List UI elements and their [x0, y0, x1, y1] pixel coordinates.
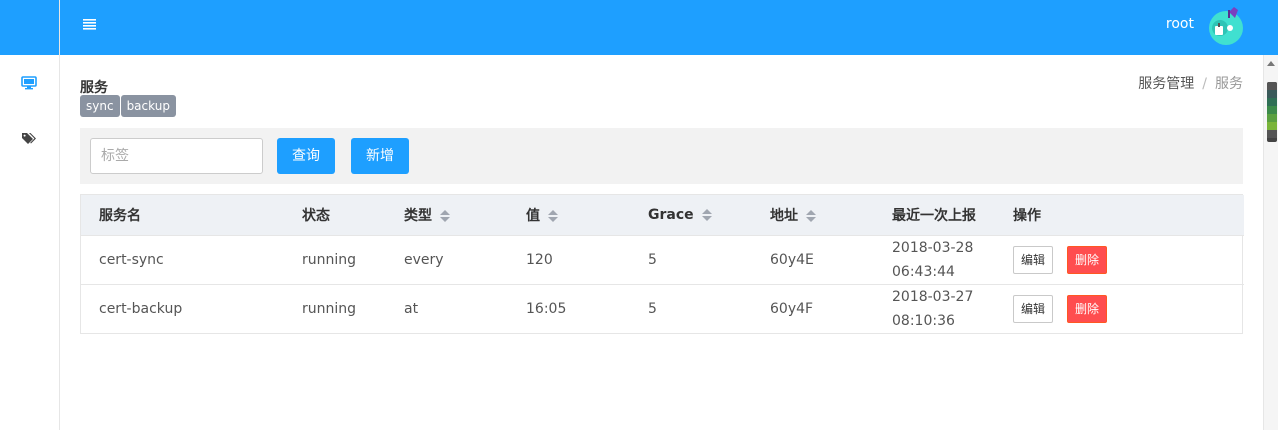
cell-name: cert-sync — [99, 251, 164, 268]
column-header-address[interactable]: 地址 — [752, 195, 874, 235]
cell-address: 60y4E — [770, 251, 814, 268]
cell-last-report: 2018-03-27 08:10:36 — [874, 284, 995, 333]
column-label: 状态 — [302, 207, 330, 224]
avatar[interactable] — [1204, 6, 1244, 46]
add-button[interactable]: 新增 — [351, 138, 409, 174]
sidebar-brand — [0, 0, 59, 55]
cell-actions: 编辑 删除 — [995, 284, 1244, 333]
user-name[interactable]: root — [1166, 16, 1194, 32]
cell-grace: 5 — [648, 251, 657, 268]
scroll-up-arrow-icon[interactable] — [1267, 61, 1275, 66]
sort-icon[interactable] — [701, 208, 712, 221]
tag-search-input[interactable] — [90, 138, 263, 174]
cell-name: cert-backup — [99, 300, 183, 317]
column-header-actions: 操作 — [995, 195, 1244, 235]
cell-type: at — [404, 300, 419, 317]
top-bar: root — [60, 0, 1278, 55]
cell-last-report: 2018-03-28 06:43:44 — [874, 235, 995, 284]
cell-address: 60y4F — [770, 300, 814, 317]
main-content: 服务 sync backup 服务管理 / 服务 查询 新增 服务名 状态 类型 值… — [60, 55, 1263, 430]
tag-backup[interactable]: backup — [120, 95, 176, 117]
breadcrumb-separator: / — [1202, 76, 1207, 92]
cell-status: running — [302, 300, 357, 317]
cell-grace: 5 — [648, 300, 657, 317]
report-time: 06:43:44 — [892, 263, 955, 280]
cell-actions: 编辑 删除 — [995, 235, 1244, 284]
edit-button[interactable]: 编辑 — [1013, 245, 1054, 274]
query-button[interactable]: 查询 — [277, 138, 335, 174]
tag-sync[interactable]: sync — [80, 95, 120, 117]
column-label: 操作 — [1013, 207, 1041, 224]
scroll-thumb[interactable] — [1267, 82, 1277, 142]
sidebar — [0, 0, 60, 430]
table-header-row: 服务名 状态 类型 值 Grace 地址 最近一次上报 操作 — [81, 195, 1244, 235]
tags-icon[interactable] — [18, 128, 40, 150]
sort-icon[interactable] — [440, 209, 450, 222]
cell-status: running — [302, 251, 357, 268]
breadcrumb-current: 服务 — [1215, 76, 1243, 92]
column-header-value[interactable]: 值 — [508, 195, 630, 235]
column-header-grace[interactable]: Grace — [630, 195, 752, 235]
page-title: 服务 — [80, 80, 108, 96]
sort-icon[interactable] — [548, 209, 558, 222]
column-label: 最近一次上报 — [892, 207, 976, 224]
tag-list: sync backup — [80, 95, 176, 117]
search-toolbar: 查询 新增 — [80, 128, 1243, 184]
column-label: 值 — [526, 207, 540, 224]
cell-type: every — [404, 251, 444, 268]
delete-button[interactable]: 删除 — [1067, 245, 1108, 274]
report-date: 2018-03-27 — [892, 288, 974, 305]
delete-button[interactable]: 删除 — [1067, 294, 1108, 323]
table-row: cert-sync running every 120 5 60y4E 2018… — [81, 235, 1244, 284]
report-time: 08:10:36 — [892, 312, 955, 329]
menu-toggle-icon[interactable] — [82, 16, 102, 36]
column-header-status: 状态 — [284, 195, 386, 235]
column-label: Grace — [648, 206, 694, 223]
breadcrumb-parent[interactable]: 服务管理 — [1138, 76, 1194, 92]
edit-button[interactable]: 编辑 — [1013, 294, 1054, 323]
column-header-last-report: 最近一次上报 — [874, 195, 995, 235]
table-row: cert-backup running at 16:05 5 60y4F 201… — [81, 284, 1244, 333]
page-scrollbar[interactable] — [1263, 55, 1278, 430]
report-date: 2018-03-28 — [892, 239, 974, 256]
monitor-icon[interactable] — [18, 72, 40, 94]
breadcrumb: 服务管理 / 服务 — [1138, 73, 1243, 93]
column-header-name: 服务名 — [81, 195, 284, 235]
sort-icon[interactable] — [806, 209, 816, 222]
column-label: 类型 — [404, 207, 432, 224]
services-table: 服务名 状态 类型 值 Grace 地址 最近一次上报 操作 cert-sync… — [80, 194, 1244, 334]
cell-value: 16:05 — [526, 300, 567, 317]
column-label: 地址 — [770, 207, 798, 224]
cell-value: 120 — [526, 251, 553, 268]
column-header-type[interactable]: 类型 — [386, 195, 508, 235]
column-label: 服务名 — [99, 207, 141, 224]
